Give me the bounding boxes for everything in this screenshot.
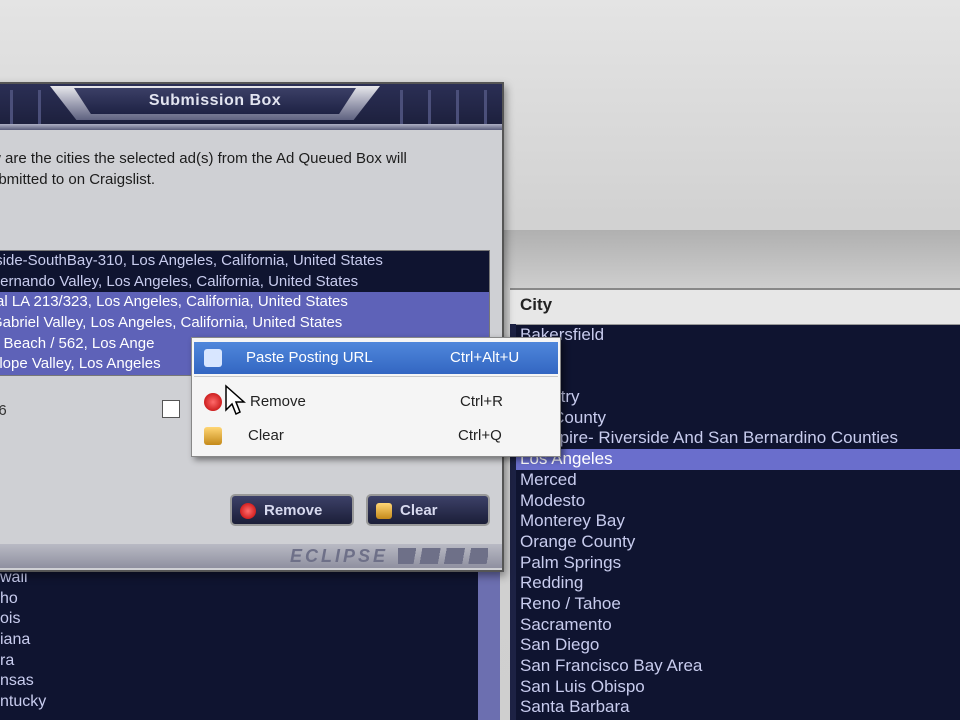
- state-list-item[interactable]: ra: [0, 651, 500, 672]
- remove-icon: [204, 393, 222, 411]
- city-list-item[interactable]: Modesto: [510, 491, 960, 512]
- city-list-item[interactable]: Santa Barbara: [510, 697, 960, 718]
- city-list-item[interactable]: Orange County: [510, 532, 960, 553]
- description-line: w are the cities the selected ad(s) from…: [0, 150, 407, 167]
- menu-item-remove[interactable]: Remove Ctrl+R: [194, 386, 558, 418]
- menu-item-label: Clear: [248, 427, 284, 444]
- dialog-title: Submission Box: [74, 88, 356, 114]
- menu-item-shortcut: Ctrl+Q: [458, 427, 502, 444]
- dialog-footer: ECLIPSE: [0, 544, 502, 568]
- menu-item-label: Remove: [250, 393, 306, 410]
- menu-separator: [194, 376, 558, 377]
- clear-button-label: Clear: [400, 502, 438, 519]
- ad-list-item[interactable]: Fernando Valley, Los Angeles, California…: [0, 272, 489, 293]
- submission-box-dialog: Submission Box w are the cities the sele…: [0, 82, 504, 572]
- menu-item-paste-posting-url[interactable]: Paste Posting URL Ctrl+Alt+U: [194, 342, 558, 374]
- clear-icon: [204, 427, 222, 445]
- state-list-item[interactable]: ho: [0, 589, 500, 610]
- clear-button[interactable]: Clear: [366, 494, 490, 526]
- city-list-item[interactable]: Monterey Bay: [510, 511, 960, 532]
- checkbox[interactable]: [162, 400, 180, 418]
- context-menu: Paste Posting URL Ctrl+Alt+U Remove Ctrl…: [191, 337, 561, 457]
- clear-icon: [376, 503, 392, 519]
- title-underline: [0, 124, 502, 130]
- ad-list-item[interactable]: tside-SouthBay-310, Los Angeles, Califor…: [0, 251, 489, 272]
- city-list-item[interactable]: Palm Springs: [510, 553, 960, 574]
- city-column-header[interactable]: City: [510, 288, 960, 325]
- dialog-description: w are the cities the selected ad(s) from…: [0, 148, 470, 190]
- state-list-item[interactable]: iana: [0, 630, 500, 651]
- ad-count-label: : 6: [0, 402, 7, 419]
- city-list[interactable]: Bakersfield o Country oldt County d Empi…: [510, 325, 960, 718]
- city-list-item[interactable]: Merced: [510, 470, 960, 491]
- city-list-item[interactable]: o: [510, 366, 960, 387]
- remove-icon: [240, 503, 256, 519]
- city-list-item[interactable]: Bakersfield: [510, 325, 960, 346]
- state-list[interactable]: waii ho ois iana ra nsas ntucky: [0, 560, 500, 720]
- city-list-item[interactable]: San Luis Obispo: [510, 677, 960, 698]
- city-list-item-selected[interactable]: Los Angeles: [510, 449, 960, 470]
- city-list-item[interactable]: Reno / Tahoe: [510, 594, 960, 615]
- city-list-item[interactable]: San Francisco Bay Area: [510, 656, 960, 677]
- description-line: ubmitted to on Craigslist.: [0, 171, 156, 188]
- paste-icon: [204, 349, 222, 367]
- city-list-item[interactable]: Redding: [510, 573, 960, 594]
- city-list-item[interactable]: Country: [510, 387, 960, 408]
- menu-item-label: Paste Posting URL: [246, 349, 373, 366]
- city-panel: City Bakersfield o Country oldt County d…: [510, 288, 960, 720]
- state-list-scrollbar[interactable]: [478, 560, 500, 720]
- state-list-item[interactable]: ois: [0, 609, 500, 630]
- mouse-cursor-icon: [225, 384, 246, 416]
- menu-item-shortcut: Ctrl+R: [460, 393, 503, 410]
- remove-button-label: Remove: [264, 502, 323, 519]
- dialog-titlebar[interactable]: Submission Box: [0, 84, 502, 130]
- brand-logo: ECLIPSE: [290, 546, 389, 566]
- city-list-item[interactable]: oldt County: [510, 408, 960, 429]
- ad-list-item-selected[interactable]: Gabriel Valley, Los Angeles, California,…: [0, 313, 489, 334]
- state-list-item[interactable]: nsas: [0, 671, 500, 692]
- brand-stripes: [398, 548, 488, 564]
- city-list-item[interactable]: [510, 346, 960, 367]
- menu-item-clear[interactable]: Clear Ctrl+Q: [194, 420, 558, 452]
- remove-button[interactable]: Remove: [230, 494, 354, 526]
- city-list-item[interactable]: San Diego: [510, 635, 960, 656]
- city-list-item[interactable]: Sacramento: [510, 615, 960, 636]
- menu-item-shortcut: Ctrl+Alt+U: [450, 349, 520, 366]
- ad-list-item-selected[interactable]: ral LA 213/323, Los Angeles, California,…: [0, 292, 489, 314]
- city-list-item[interactable]: d Empire- Riverside And San Bernardino C…: [510, 428, 960, 449]
- state-list-item[interactable]: ntucky: [0, 692, 500, 713]
